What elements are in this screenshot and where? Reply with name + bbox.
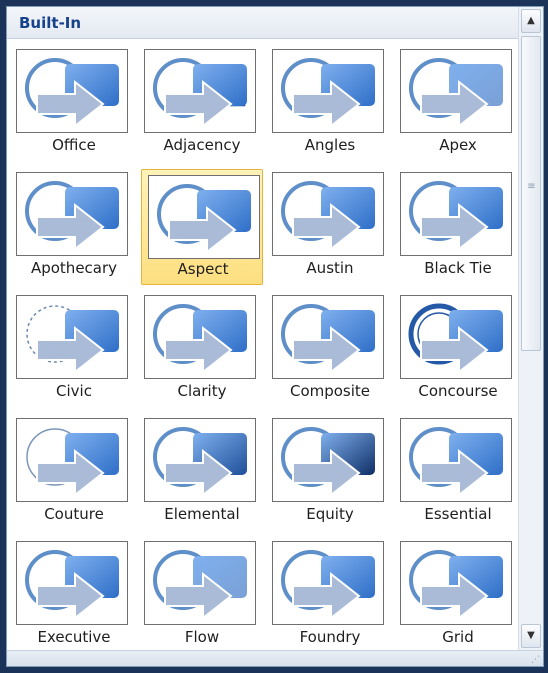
scroll-grip-icon: ≡: [527, 181, 536, 192]
theme-tile-composite[interactable]: Composite: [269, 292, 391, 408]
theme-preview-icon: [409, 58, 503, 129]
theme-preview-icon: [409, 550, 503, 621]
theme-preview-icon: [153, 550, 247, 621]
theme-preview-icon: [25, 58, 119, 129]
theme-thumbnail: [400, 172, 512, 256]
theme-label: Aspect: [177, 260, 229, 278]
theme-tile-aspect[interactable]: Aspect: [141, 169, 263, 285]
theme-tile-equity[interactable]: Equity: [269, 415, 391, 531]
theme-tile-grid[interactable]: Grid: [397, 538, 518, 652]
theme-label: Couture: [44, 505, 104, 523]
theme-preview-icon: [409, 427, 503, 498]
theme-tile-executive[interactable]: Executive: [13, 538, 135, 652]
theme-tile-foundry[interactable]: Foundry: [269, 538, 391, 652]
theme-label: Equity: [306, 505, 354, 523]
theme-label: Composite: [289, 382, 371, 400]
theme-preview-icon: [409, 181, 503, 252]
theme-tile-concourse[interactable]: Concourse: [397, 292, 518, 408]
theme-gallery-panel: Built-In Office Adjacency Angles Apex Ap…: [6, 6, 544, 667]
theme-gallery: Office Adjacency Angles Apex Apothecary …: [7, 39, 518, 652]
theme-thumbnail: [16, 49, 128, 133]
theme-label: Black Tie: [424, 259, 492, 277]
theme-preview-icon: [25, 181, 119, 252]
scroll-down-button[interactable]: ▼: [521, 624, 541, 648]
resize-grip-icon[interactable]: ⋰: [531, 655, 540, 665]
theme-preview-icon: [281, 304, 375, 375]
theme-tile-office[interactable]: Office: [13, 46, 135, 162]
theme-preview-icon: [281, 550, 375, 621]
vertical-scrollbar[interactable]: ▲ ≡ ▼: [518, 7, 543, 652]
theme-label: Angles: [304, 136, 356, 154]
theme-label: Apex: [439, 136, 477, 154]
up-arrow-icon: ▲: [527, 15, 535, 26]
theme-tile-apex[interactable]: Apex: [397, 46, 518, 162]
theme-thumbnail: [272, 172, 384, 256]
theme-tile-elemental[interactable]: Elemental: [141, 415, 263, 531]
theme-preview-icon: [157, 184, 251, 255]
theme-preview-icon: [153, 427, 247, 498]
theme-label: Concourse: [418, 382, 498, 400]
theme-thumbnail: [16, 295, 128, 379]
theme-label: Grid: [442, 628, 474, 646]
theme-thumbnail: [272, 541, 384, 625]
theme-tile-civic[interactable]: Civic: [13, 292, 135, 408]
theme-preview-icon: [153, 58, 247, 129]
scroll-up-button[interactable]: ▲: [521, 9, 541, 33]
theme-thumbnail: [272, 295, 384, 379]
theme-preview-icon: [25, 550, 119, 621]
theme-label: Office: [52, 136, 96, 154]
theme-tile-essential[interactable]: Essential: [397, 415, 518, 531]
theme-preview-icon: [281, 181, 375, 252]
theme-tile-couture[interactable]: Couture: [13, 415, 135, 531]
theme-tile-apothecary[interactable]: Apothecary: [13, 169, 135, 285]
gallery-section-header: Built-In: [7, 7, 518, 39]
theme-thumbnail: [144, 541, 256, 625]
theme-label: Essential: [424, 505, 492, 523]
theme-thumbnail: [400, 49, 512, 133]
theme-label: Elemental: [164, 505, 240, 523]
down-arrow-icon: ▼: [527, 630, 535, 641]
theme-thumbnail: [144, 295, 256, 379]
theme-thumbnail: [400, 541, 512, 625]
theme-preview-icon: [281, 427, 375, 498]
theme-thumbnail: [400, 295, 512, 379]
section-title: Built-In: [19, 14, 82, 32]
gallery-footer: ⋰: [7, 650, 543, 666]
theme-thumbnail: [16, 541, 128, 625]
theme-thumbnail: [16, 172, 128, 256]
theme-tile-austin[interactable]: Austin: [269, 169, 391, 285]
theme-thumbnail: [144, 49, 256, 133]
theme-tile-adjacency[interactable]: Adjacency: [141, 46, 263, 162]
theme-label: Civic: [56, 382, 92, 400]
theme-preview-icon: [26, 428, 119, 498]
theme-tile-angles[interactable]: Angles: [269, 46, 391, 162]
theme-preview-icon: [281, 58, 375, 129]
scrollbar-thumb[interactable]: ≡: [521, 36, 541, 351]
theme-preview-icon: [153, 304, 247, 375]
theme-preview-icon: [408, 303, 503, 375]
theme-label: Adjacency: [163, 136, 241, 154]
theme-label: Flow: [184, 628, 220, 646]
theme-label: Austin: [306, 259, 354, 277]
theme-thumbnail: [144, 418, 256, 502]
theme-tile-flow[interactable]: Flow: [141, 538, 263, 652]
theme-thumbnail: [272, 418, 384, 502]
theme-preview-icon: [26, 305, 119, 375]
theme-tile-black-tie[interactable]: Black Tie: [397, 169, 518, 285]
theme-tile-clarity[interactable]: Clarity: [141, 292, 263, 408]
theme-thumbnail: [400, 418, 512, 502]
theme-label: Foundry: [299, 628, 361, 646]
theme-label: Clarity: [177, 382, 227, 400]
theme-label: Apothecary: [30, 259, 118, 277]
theme-label: Executive: [37, 628, 111, 646]
theme-thumbnail: [272, 49, 384, 133]
theme-thumbnail: [148, 175, 260, 259]
theme-thumbnail: [16, 418, 128, 502]
